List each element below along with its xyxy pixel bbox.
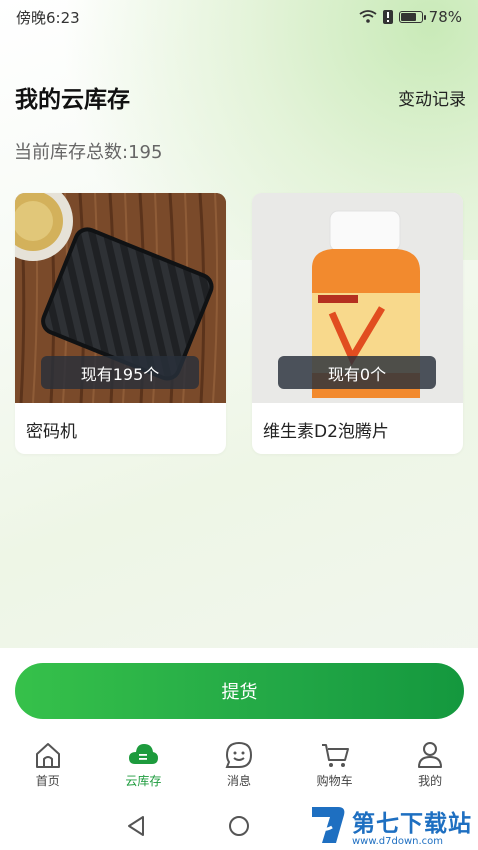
tab-label: 购物车 (316, 774, 353, 788)
tab-messages[interactable]: 消息 (199, 740, 279, 798)
user-icon (418, 742, 443, 768)
tab-label: 消息 (226, 774, 251, 788)
wifi-icon (359, 10, 377, 23)
tab-home[interactable]: 首页 (8, 740, 88, 798)
tab-cloud-inventory[interactable]: 云库存 (103, 740, 183, 798)
battery-percent: 78% (428, 8, 462, 26)
cloud-icon (129, 744, 159, 764)
inventory-card[interactable]: 现有0个 维生素D2泡腾片 (252, 193, 463, 454)
home-icon (35, 743, 60, 768)
watermark-title: 第七下载站 (352, 810, 472, 837)
tab-label: 云库存 (125, 774, 162, 788)
status-icons: 78% (359, 8, 462, 26)
tab-me[interactable]: 我的 (390, 740, 470, 798)
change-history-link[interactable]: 变动记录 (398, 85, 466, 110)
watermark-logo-icon (312, 807, 345, 843)
tab-label: 首页 (35, 774, 60, 788)
cart-icon (321, 744, 349, 767)
page-title: 我的云库存 (15, 87, 130, 113)
watermark: 第七下载站 www.d7down.com (308, 800, 472, 850)
tab-cart[interactable]: 购物车 (295, 740, 375, 798)
status-time: 傍晚6:23 (16, 8, 80, 27)
alert-icon (382, 10, 393, 24)
message-icon (225, 741, 252, 768)
battery-icon (398, 11, 426, 23)
tab-label: 我的 (418, 774, 443, 788)
inventory-card[interactable]: 现有195个 密码机 (15, 193, 226, 454)
product-name: 密码机 (26, 422, 77, 442)
stock-total: 当前库存总数:195 (14, 142, 163, 163)
home-circle-icon[interactable] (228, 815, 250, 837)
status-bar: 傍晚6:23 78% (0, 0, 478, 34)
stock-badge: 现有0个 (278, 356, 436, 389)
product-name: 维生素D2泡腾片 (263, 422, 389, 442)
stock-badge: 现有195个 (41, 356, 199, 389)
pickup-button[interactable]: 提货 (15, 663, 464, 719)
back-icon[interactable] (125, 815, 147, 837)
bottom-tab-bar: 首页 云库存 消息 购物车 我的 (0, 740, 478, 798)
watermark-url: www.d7down.com (352, 835, 444, 847)
